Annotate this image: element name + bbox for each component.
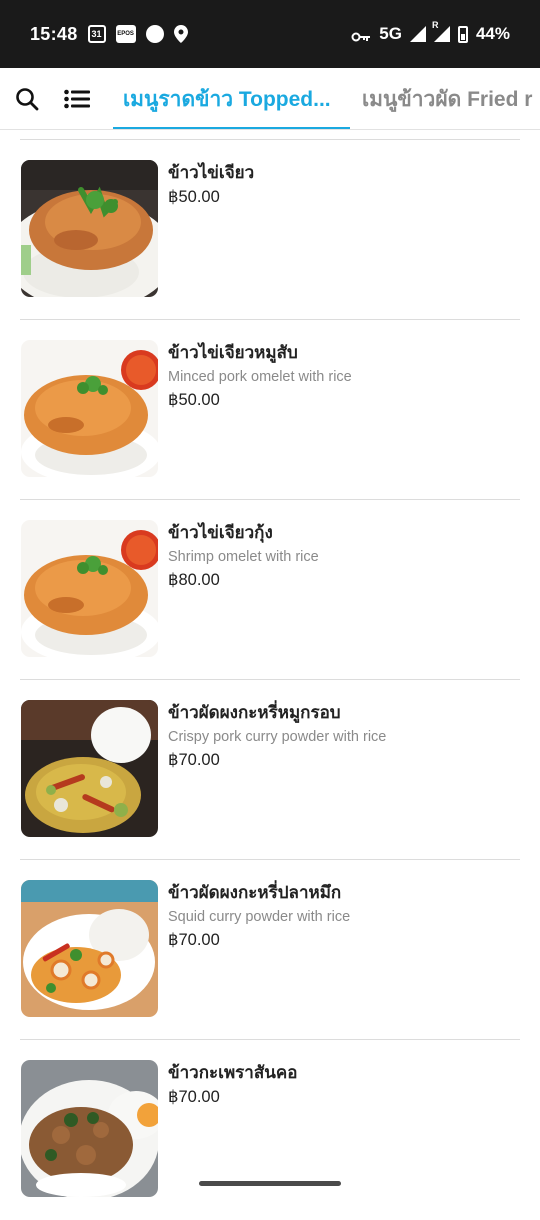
category-list-button[interactable] xyxy=(64,86,90,112)
status-time: 15:48 xyxy=(30,23,78,44)
squid-curry-photo xyxy=(21,880,158,1017)
menu-item[interactable]: ข้าวผัดผงกะหรี่ปลาหมึก Squid curry powde… xyxy=(20,860,520,1040)
item-description: Crispy pork curry powder with rice xyxy=(168,729,387,745)
app-bar: เมนูราดข้าว Topped... เมนูข้าวผัด Fried … xyxy=(0,68,540,130)
roaming-indicator: R xyxy=(431,20,439,30)
circle-notification-icon xyxy=(145,25,164,43)
calendar-icon: 31 xyxy=(87,25,106,43)
tab-topped-rice[interactable]: เมนูราดข้าว Topped... xyxy=(113,68,350,129)
tab-fried-rice[interactable]: เมนูข้าวผัด Fried r xyxy=(350,68,540,129)
item-price: ฿50.00 xyxy=(168,391,220,409)
location-pin-icon xyxy=(173,25,188,43)
category-tabs: เมนูราดข้าว Topped... เมนูข้าวผัด Fried … xyxy=(113,68,540,129)
item-description: Squid curry powder with rice xyxy=(168,909,351,925)
menu-item[interactable]: ข้าวกะเพราสันคอ ฿70.00 xyxy=(20,1040,520,1220)
omelet-rice-photo xyxy=(21,160,158,297)
menu-item[interactable]: ข้าวไข่เจียวหมูสับ Minced pork omelet wi… xyxy=(20,320,520,500)
item-price: ฿70.00 xyxy=(168,751,220,769)
item-price: ฿50.00 xyxy=(168,188,220,206)
status-bar: 15:48 31 EPOS 5G R 44% xyxy=(0,0,540,68)
basil-pork-neck-photo xyxy=(21,1060,158,1197)
vpn-key-icon xyxy=(351,28,371,42)
tab-label: เมนูข้าวผัด Fried r xyxy=(362,87,533,111)
item-name: ข้าวผัดผงกะหรี่ปลาหมึก xyxy=(168,883,342,902)
item-description: Shrimp omelet with rice xyxy=(168,549,319,565)
battery-icon xyxy=(457,25,468,43)
network-type: 5G xyxy=(379,24,402,43)
menu-item[interactable]: ข้าวผัดผงกะหรี่หมูกรอบ Crispy pork curry… xyxy=(20,680,520,860)
item-price: ฿80.00 xyxy=(168,571,220,589)
shrimp-omelet-rice-photo xyxy=(21,520,158,657)
item-name: ข้าวไข่เจียว xyxy=(168,163,255,182)
menu-item[interactable]: ข้าวไข่เจียวกุ้ง Shrimp omelet with rice… xyxy=(20,500,520,680)
menu-item[interactable]: ข้าวไข่เจียว ฿50.00 xyxy=(20,140,520,320)
item-name: ข้าวไข่เจียวหมูสับ xyxy=(168,343,298,362)
search-icon xyxy=(16,87,39,110)
item-name: ข้าวกะเพราสันคอ xyxy=(168,1063,298,1082)
item-description: Minced pork omelet with rice xyxy=(168,369,352,385)
home-indicator[interactable] xyxy=(199,1181,341,1186)
item-name: ข้าวผัดผงกะหรี่หมูกรอบ xyxy=(168,703,341,722)
menu-list: ข้าวไข่เจียว ฿50.00 ข้าวไข่เจียวหมูสับ M… xyxy=(0,131,540,1220)
list-icon xyxy=(64,89,90,108)
item-price: ฿70.00 xyxy=(168,1088,220,1106)
battery-percent: 44% xyxy=(475,24,510,43)
tab-label: เมนูราดข้าว Topped... xyxy=(123,87,331,111)
item-name: ข้าวไข่เจียวกุ้ง xyxy=(168,523,273,542)
pork-omelet-rice-photo xyxy=(21,340,158,477)
item-price: ฿70.00 xyxy=(168,931,220,949)
roaming-signal-icon: R xyxy=(432,20,450,42)
search-button[interactable] xyxy=(14,86,40,112)
epos-app-icon: EPOS xyxy=(115,25,136,43)
signal-icon xyxy=(409,26,426,42)
crispy-pork-curry-photo xyxy=(21,700,158,837)
